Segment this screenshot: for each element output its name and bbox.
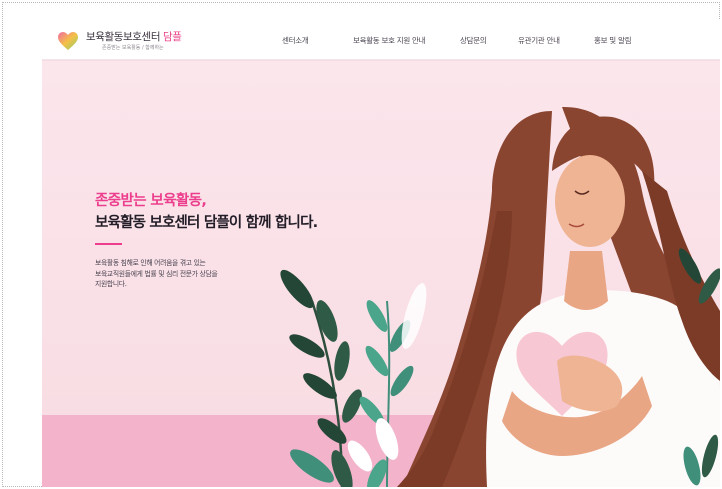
logo-accent: 담플 <box>163 31 182 43</box>
description-line: 지원합니다. <box>95 280 127 288</box>
site-header: 보육활동보호센터 담플 존중받는 보육활동 / 함께하는 센터소개 보육활동 보… <box>42 20 720 60</box>
nav-center-intro[interactable]: 센터소개 <box>282 35 309 46</box>
site-logo[interactable]: 보육활동보호센터 담플 존중받는 보육활동 / 함께하는 <box>56 27 256 55</box>
hero-headline: 보육활동 보호센터 담플이 함께 합니다. <box>95 215 318 231</box>
hero-headline-accent: 존중받는 보육활동, <box>95 193 207 209</box>
description-line: 보육활동 침해로 인해 어려움을 겪고 있는 <box>95 259 206 267</box>
nav-news[interactable]: 홍보 및 알림 <box>594 35 631 46</box>
logo-tagline: 존중받는 보육활동 / 함께하는 <box>102 45 164 51</box>
face <box>555 155 625 247</box>
heart-logo-icon <box>58 32 78 50</box>
nav-protection-support[interactable]: 보육활동 보호 지원 안내 <box>353 35 426 46</box>
logo-title: 보육활동보호센터 담플 <box>86 31 182 43</box>
nav-consultation[interactable]: 상담문의 <box>460 35 487 46</box>
page: 보육활동보호센터 담플 존중받는 보육활동 / 함께하는 센터소개 보육활동 보… <box>42 20 720 487</box>
description-line: 보육교직원들에게 법률 및 심리 전문가 상담을 <box>95 269 218 278</box>
neck <box>564 251 608 310</box>
nav-related-agencies[interactable]: 유관기관 안내 <box>518 35 560 46</box>
plant-bottom <box>290 449 387 487</box>
accent-divider <box>95 243 122 245</box>
hero-description: 보육활동 침해로 인해 어려움을 겪고 있는 보육교직원들에게 법률 및 심리 … <box>95 258 218 290</box>
